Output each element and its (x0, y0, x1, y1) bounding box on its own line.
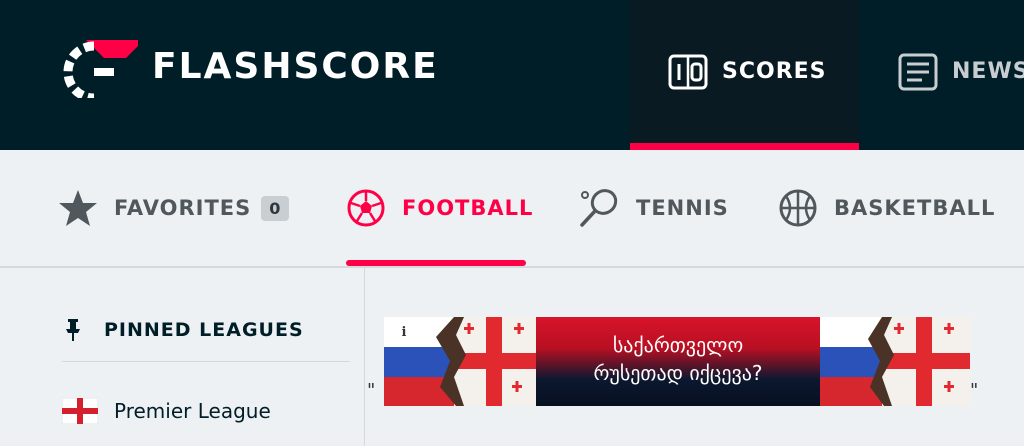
tab-basketball-label: BASKETBALL (834, 196, 996, 220)
pinned-leagues-title: PINNED LEAGUES (104, 319, 304, 341)
flashscore-logo[interactable]: FLASHSCORE (60, 34, 439, 98)
nav-scores[interactable]: SCORES (668, 0, 827, 143)
content-divider (364, 268, 365, 446)
star-icon (58, 188, 98, 228)
nav-news-label: NEWS (952, 59, 1024, 84)
ad-line-2: რუსეთად იქცევა? (593, 361, 763, 385)
nav-news[interactable]: NEWS (898, 0, 1024, 143)
tab-basketball[interactable]: BASKETBALL (778, 150, 995, 266)
sidebar-divider (62, 361, 350, 362)
tab-football-label: FOOTBALL (402, 196, 534, 220)
scoreboard-icon (668, 52, 708, 92)
ad-headline: საქართველო რუსეთად იქცევა? (536, 317, 820, 406)
nav-active-indicator (630, 143, 859, 150)
ad-line-1: საქართველო (612, 333, 744, 357)
tennis-racket-icon (578, 187, 620, 229)
tab-tennis[interactable]: TENNIS (578, 150, 729, 266)
tab-favorites[interactable]: FAVORITES 0 (58, 150, 290, 266)
pinned-leagues-header: PINNED LEAGUES (64, 310, 304, 350)
ad-banner[interactable]: i საქართველო რუსეთად იქცევა? (384, 317, 970, 406)
england-flag-icon (62, 398, 98, 424)
ad-right-image (820, 317, 970, 406)
tab-favorites-label: FAVORITES (114, 196, 252, 220)
logo-text: FLASHSCORE (152, 45, 439, 87)
pin-icon (64, 318, 82, 342)
nav-scores-label: SCORES (722, 59, 827, 84)
tab-football[interactable]: FOOTBALL (346, 150, 533, 266)
ad-quote-close: " (970, 380, 979, 401)
favorites-count-badge: 0 (261, 195, 290, 221)
top-header: FLASHSCORE SCORES NEWS (0, 0, 1024, 150)
ad-quote-open: " (367, 380, 376, 401)
league-name: Premier League (114, 399, 271, 423)
newspaper-icon (898, 52, 938, 92)
basketball-icon (778, 188, 818, 228)
football-icon (346, 188, 386, 228)
sports-tab-bar: FAVORITES 0 FOOTBALL TENNIS BASKETBALL (0, 150, 1024, 268)
league-premier-league[interactable]: Premier League (62, 395, 271, 427)
tab-active-indicator (346, 260, 526, 266)
tab-tennis-label: TENNIS (636, 196, 729, 220)
ad-info-icon[interactable]: i (394, 323, 414, 343)
flashscore-logo-icon (63, 40, 138, 98)
